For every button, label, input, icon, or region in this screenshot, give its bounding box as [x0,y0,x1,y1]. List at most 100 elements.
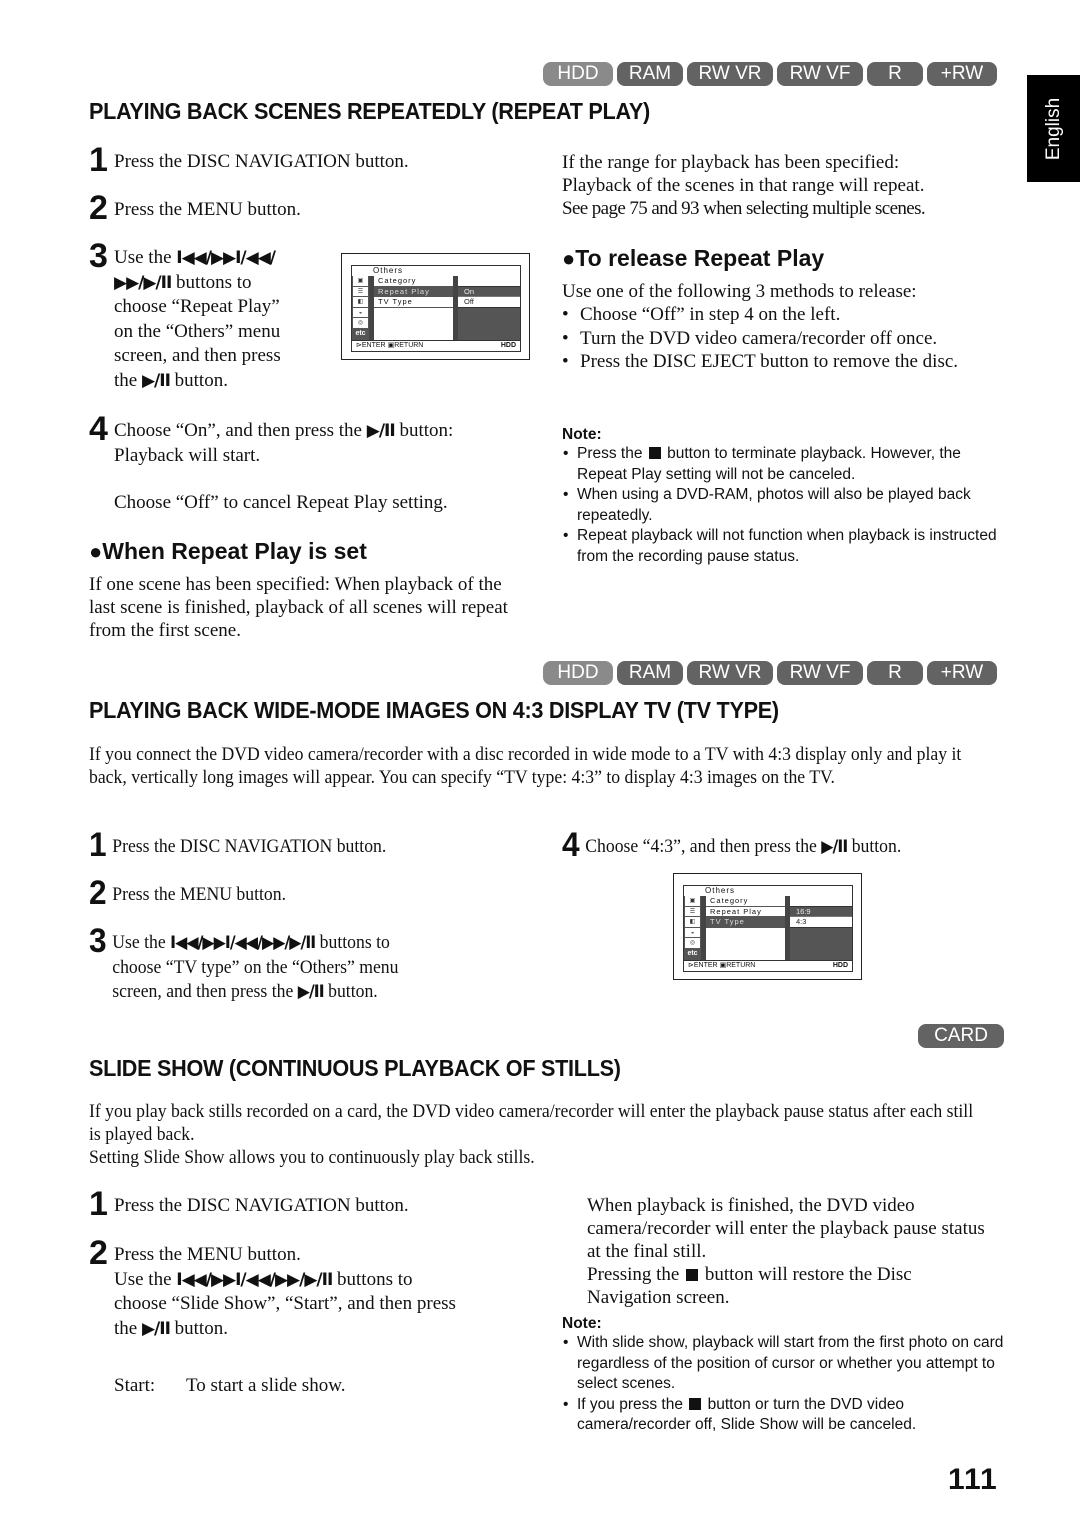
step-number: 1 [89,141,108,179]
bullet-icon: ● [562,246,576,271]
bullet-icon: ● [89,539,103,564]
note-item: With slide show, playback will start fro… [562,1333,1012,1395]
start-description: To start a slide show. [186,1375,346,1396]
step-number: 1 [89,1185,108,1223]
others-menu-screen-repeat: Others ▣ ☰ ◧ ◒ ◎ etc Category Repeat Pla… [341,253,530,360]
menu-item-repeat-play: Repeat Play [374,286,454,298]
tv-type-heading: PLAYING BACK WIDE-MODE IMAGES ON 4:3 DIS… [89,697,779,723]
media-icon: ◧ [352,297,369,308]
badge-card: CARD [918,1024,1004,1048]
step-number: 2 [89,874,107,912]
page-number: 111 [948,1463,998,1496]
play-pause-icon: ▶/II [141,1318,171,1339]
dvd-icon: ◎ [352,318,369,329]
step-text: Press the DISC NAVIGATION button. [114,1195,409,1216]
dvd-icon: ◎ [684,938,701,949]
camera-icon: ▣ [684,896,701,907]
badge-rw-vr: RW VR [687,661,773,685]
option-blank [790,896,852,907]
transport-buttons-icon: I◀◀/▶▶I/◀◀/▶▶/▶/II [170,933,316,953]
hdd-indicator: HDD [500,342,516,349]
badge-hdd: HDD [543,661,613,685]
etc-icon: etc [684,948,701,960]
badge-r: R [867,661,923,685]
step-number: 2 [89,189,108,227]
step-text: Press the DISC NAVIGATION button. [112,836,387,857]
transport-buttons-icon: I◀◀/▶▶I/◀◀/▶▶/▶/II [176,1269,333,1290]
tv-step-4: 4 Choose “4:3”, and then press the ▶/II … [562,828,1008,862]
start-option: Start: To start a slide show. [114,1374,345,1398]
etc-icon: etc [352,328,369,340]
note-item: Repeat playback will not function when p… [562,526,1002,567]
repeat-note: Note: Press the button to terminate play… [562,426,1002,567]
menu-item-repeat-play: Repeat Play [706,907,786,918]
slide-step-2: 2 Press the MENU button. Use the I◀◀/▶▶I… [89,1236,549,1341]
step-text: Press the MENU button. [114,199,301,220]
step-text: Use the I◀◀/▶▶I/◀◀/▶▶/▶/II buttons to ch… [112,932,399,1002]
option-16-9: 16:9 [790,907,852,918]
step-text: Press the DISC NAVIGATION button. [114,151,409,172]
slide-step-1: 1 Press the DISC NAVIGATION button. [89,1187,549,1221]
list-icon: ☰ [684,906,701,918]
disc-icon: ◒ [352,307,369,319]
step-number: 4 [562,826,580,864]
step-number: 4 [89,410,108,448]
badge-rw-vr: RW VR [687,62,773,86]
when-repeat-set-heading: ●When Repeat Play is set [89,538,367,564]
menu-item-category: Category [374,276,454,287]
repeat-step-2: 2 Press the MENU button. [89,191,529,225]
menu-item-category: Category [706,896,786,907]
stop-icon [648,447,661,459]
menu-item-tv-type: TV Type [374,297,454,308]
release-methods: Use one of the following 3 methods to re… [562,280,992,374]
play-pause-icon: ▶/II [366,421,396,441]
tv-step-2: 2 Press the MENU button. [89,876,526,910]
tv-step-3: 3 Use the I◀◀/▶▶I/◀◀/▶▶/▶/II buttons to … [89,924,526,1005]
slide-show-heading: SLIDE SHOW (CONTINUOUS PLAYBACK OF STILL… [89,1055,621,1081]
note-title: Note: [562,426,602,443]
note-title: Note: [562,1315,602,1332]
others-menu-screen-tv-type: Others ▣ ☰ ◧ ◒ ◎ etc Category Repeat Pla… [673,873,862,980]
badge-ram: RAM [617,62,683,86]
menu-item-tv-type: TV Type [706,917,786,928]
range-text: If the range for playback has been speci… [562,152,926,219]
camera-icon: ▣ [352,276,369,287]
list-item: Turn the DVD video camera/recorder off o… [562,327,992,351]
tv-type-intro: If you connect the DVD video camera/reco… [89,744,962,788]
badge-ram: RAM [617,661,683,685]
menu-items: Category Repeat Play TV Type [701,896,786,961]
step-text: Press the MENU button. Use the I◀◀/▶▶I/◀… [114,1244,456,1339]
menu-icon-column: ▣ ☰ ◧ ◒ ◎ etc [684,896,701,961]
step-number: 3 [89,237,108,275]
transport-buttons-icon: I◀◀/▶▶I/◀◀/ [176,248,276,268]
step-text: Choose “On”, and then press the ▶/II but… [114,420,454,513]
option-blank [458,276,520,287]
stop-icon [686,1269,699,1281]
hdd-indicator: HDD [832,962,848,969]
menu-options: 16:9 4:3 [785,896,852,961]
start-label: Start: [114,1375,156,1396]
media-badges-top: HDD RAM RW VR RW VF R +RW [543,62,997,86]
step-text: Press the MENU button. [112,884,287,905]
step-number: 2 [89,1234,108,1272]
option-on: On [458,287,520,298]
list-item: Choose “Off” in step 4 on the left. [562,303,992,327]
stop-icon [689,1397,702,1410]
tv-step-1: 1 Press the DISC NAVIGATION button. [89,828,526,862]
repeat-step-3: 3 Use the I◀◀/▶▶I/◀◀/ ▶▶/▶/II buttons to… [89,239,339,393]
badge-rw-vf: RW VF [777,62,863,86]
language-label: English [1042,97,1064,160]
note-item: If you press the button or turn the DVD … [562,1395,1012,1436]
disc-icon: ◒ [684,927,701,939]
option-4-3: 4:3 [790,917,852,928]
badge-plus-rw: +RW [927,661,997,685]
play-pause-icon: ▶/II [821,837,848,857]
repeat-play-heading: PLAYING BACK SCENES REPEATEDLY (REPEAT P… [89,98,650,124]
media-icon: ◧ [684,917,701,928]
note-item: When using a DVD-RAM, photos will also b… [562,485,1002,526]
when-repeat-set-text: If one scene has been specified: When pl… [89,574,508,641]
slide-finish-text: When playback is finished, the DVD video… [587,1195,985,1308]
media-badges-mid: HDD RAM RW VR RW VF R +RW [543,661,997,685]
release-repeat-heading: ●To release Repeat Play [562,245,825,271]
menu-icon-column: ▣ ☰ ◧ ◒ ◎ etc [352,276,369,341]
